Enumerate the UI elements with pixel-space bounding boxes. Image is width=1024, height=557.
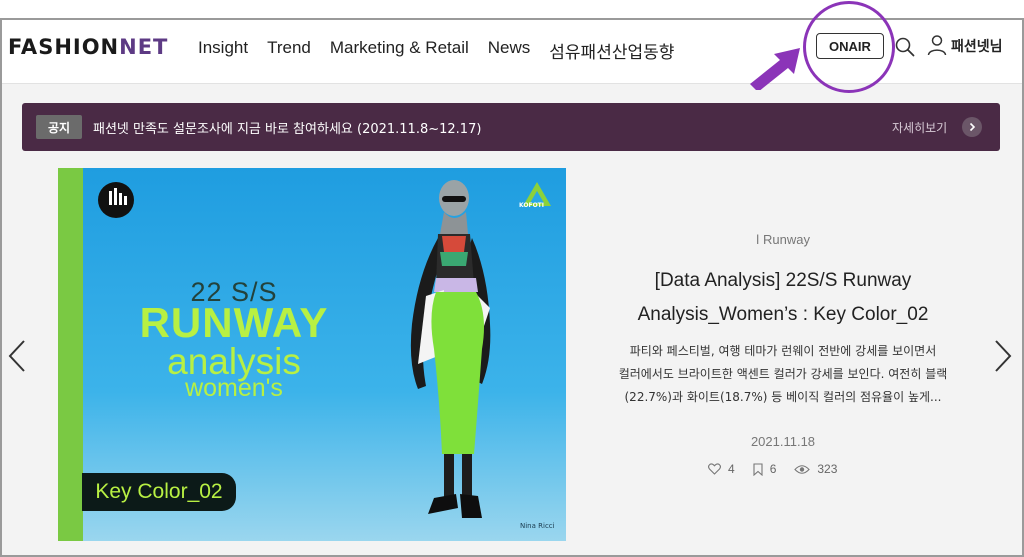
- notice-badge: 공지: [36, 115, 82, 139]
- bookmark-icon: [753, 462, 763, 476]
- chevron-right-icon: [969, 122, 976, 132]
- slider-prev-arrow-icon[interactable]: [4, 338, 30, 374]
- banner-womens: women's: [185, 374, 283, 402]
- article-summary: 파티와 페스티벌, 여행 테마가 런웨이 전반에 강세를 보이면서 컬러에서도 …: [592, 340, 974, 409]
- featured-banner-image[interactable]: KOFOTI 22 S/S RUNWAY analysis women's Ke…: [58, 168, 566, 541]
- notice-text[interactable]: 패션넷 만족도 설문조사에 지금 바로 참여하세요 (2021.11.8~12.…: [93, 118, 481, 137]
- nav-news[interactable]: News: [488, 38, 531, 63]
- key-color-label: Key Color_02: [82, 473, 236, 511]
- fashionnet-logo[interactable]: FASHIONNET: [8, 35, 168, 59]
- search-icon[interactable]: [894, 36, 916, 58]
- logo-part2: NET: [119, 35, 169, 59]
- notice-bar: 공지 패션넷 만족도 설문조사에 지금 바로 참여하세요 (2021.11.8~…: [22, 103, 1000, 151]
- username-link[interactable]: 패션넷님: [951, 36, 1003, 56]
- runway-model-image: [410, 180, 491, 518]
- article-title[interactable]: [Data Analysis] 22S/S Runway Analysis_Wo…: [582, 264, 984, 332]
- user-icon[interactable]: [927, 34, 947, 56]
- like-count: 4: [728, 462, 735, 476]
- logo-part1: FASHION: [8, 35, 120, 59]
- heart-icon: [708, 463, 721, 475]
- annotation-circle: [803, 1, 895, 93]
- article-category-label: Runway: [763, 232, 810, 247]
- main-nav: Insight Trend Marketing & Retail News 섬유…: [198, 38, 674, 63]
- article-title-line1: [Data Analysis] 22S/S Runway: [654, 270, 912, 291]
- nav-marketing-retail[interactable]: Marketing & Retail: [330, 38, 469, 63]
- photo-credit: Nina Ricci: [520, 522, 555, 530]
- slider-next-arrow-icon[interactable]: [990, 338, 1016, 374]
- notice-more-link[interactable]: 자세히보기: [892, 119, 947, 136]
- article-summary-line3: (22.7%)과 화이트(18.7%) 등 베이직 컬러의 점유율이 높게...: [624, 390, 942, 404]
- like-stat[interactable]: 4: [708, 462, 735, 476]
- article-summary-line1: 파티와 페스티벌, 여행 테마가 런웨이 전반에 강세를 보이면서: [629, 344, 937, 358]
- notice-more-button[interactable]: [962, 117, 982, 137]
- annotation-arrow-icon: [750, 48, 800, 90]
- banner-runway: RUNWAY: [139, 299, 329, 346]
- page-frame: FASHIONNET Insight Trend Marketing & Ret…: [0, 1, 1024, 557]
- banner-accent-bar: [58, 168, 83, 541]
- data-logo-icon: [98, 182, 134, 218]
- view-stat: 323: [794, 462, 837, 476]
- eye-icon: [794, 464, 811, 474]
- article-category[interactable]: ǀ Runway: [582, 232, 984, 247]
- bookmark-stat[interactable]: 6: [753, 462, 777, 476]
- article-title-line2: Analysis_Women’s : Key Color_02: [637, 304, 929, 325]
- nav-insight[interactable]: Insight: [198, 38, 248, 63]
- view-count: 323: [817, 462, 838, 476]
- article-date: 2021.11.18: [750, 434, 816, 449]
- site-header: FASHIONNET Insight Trend Marketing & Ret…: [2, 1, 1022, 93]
- article-summary-line2: 컬러에서도 브라이트한 액센트 컬러가 강세를 보인다. 여전히 블랙: [618, 367, 948, 381]
- nav-trend[interactable]: Trend: [267, 38, 311, 63]
- nav-industry-trends[interactable]: 섬유패션산업동향: [549, 38, 674, 63]
- article-stats: 4 6 323: [708, 462, 849, 476]
- bookmark-count: 6: [769, 462, 777, 476]
